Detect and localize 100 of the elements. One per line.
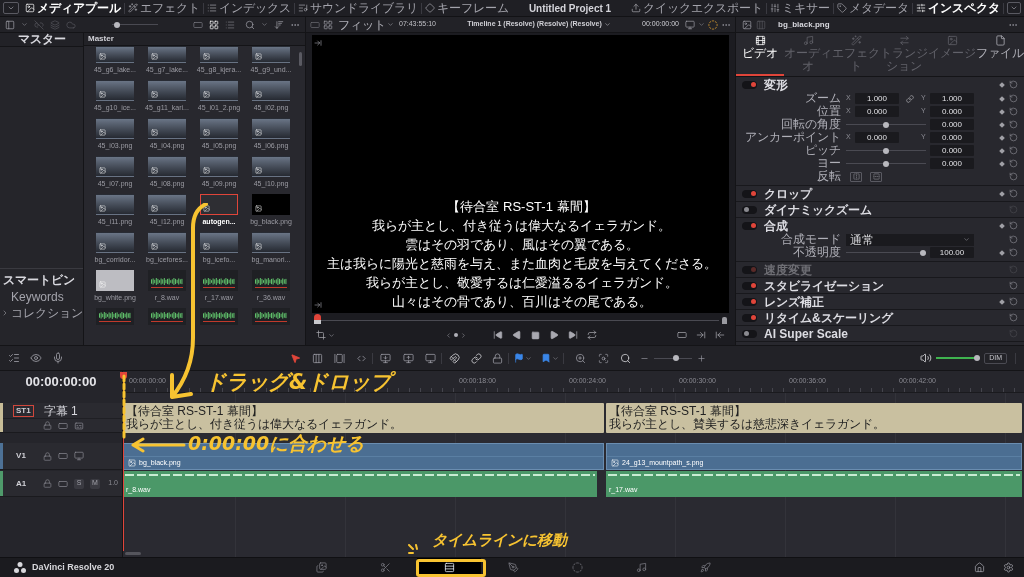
keyframe-icon[interactable] — [999, 249, 1005, 256]
chevron-down-icon[interactable] — [698, 21, 705, 28]
clip-thumbnail[interactable] — [252, 194, 290, 215]
scrollbar-thumb[interactable] — [299, 52, 302, 66]
keyframe-icon[interactable] — [999, 160, 1005, 167]
section-title[interactable]: 合成 — [764, 218, 788, 233]
toggle-switch[interactable] — [742, 329, 757, 338]
clip-thumbnail[interactable] — [96, 194, 134, 215]
search-icon[interactable] — [245, 19, 255, 30]
panel-tab[interactable]: キーフレーム — [422, 0, 512, 16]
panel-tab[interactable]: サウンドライブラリ — [295, 0, 421, 16]
clip-thumbnail[interactable] — [148, 156, 186, 177]
property-slider[interactable] — [846, 249, 926, 256]
playhead[interactable] — [120, 372, 127, 551]
keyframe-icon[interactable] — [999, 298, 1005, 305]
reset-icon[interactable] — [1009, 221, 1018, 230]
section-title[interactable]: レンズ補正 — [764, 294, 824, 309]
monitor-down-icon[interactable] — [379, 352, 391, 364]
clip-thumbnail[interactable] — [252, 270, 290, 291]
scrubber-thumb[interactable] — [314, 314, 321, 324]
pen-icon[interactable] — [507, 562, 519, 573]
slider-thumb[interactable] — [673, 355, 680, 361]
chevron-down-icon[interactable] — [328, 331, 335, 339]
clip-thumbnail[interactable] — [200, 232, 238, 253]
speaker-icon[interactable] — [920, 352, 933, 364]
link-icon[interactable] — [906, 94, 914, 103]
panel-tab[interactable]: メタデータ — [834, 0, 912, 16]
keyframe-icon[interactable] — [999, 134, 1005, 141]
section-title[interactable]: 変形 — [764, 77, 788, 92]
subtitle-clip[interactable]: 【待合室 RS-ST-1 幕間】 我らが主とし、付き従うは偉大なるイェラガンド。 — [123, 403, 604, 433]
inspector-tab[interactable]: ビデオ — [736, 33, 784, 76]
music-list-icon[interactable] — [298, 3, 308, 13]
play-icon[interactable] — [548, 330, 559, 340]
chevron-down-icon[interactable] — [525, 354, 532, 362]
slider-thumb[interactable] — [113, 21, 120, 28]
reset-icon[interactable] — [1009, 235, 1018, 244]
clip-thumbnail[interactable] — [148, 270, 186, 291]
upload-icon[interactable] — [631, 3, 641, 13]
chevron-right-icon[interactable] — [1, 309, 9, 317]
eye-icon[interactable] — [30, 352, 42, 364]
reset-icon[interactable] — [1009, 146, 1018, 155]
reset-icon[interactable] — [1009, 172, 1018, 181]
toggle-switch[interactable] — [742, 80, 757, 89]
size-slider[interactable] — [111, 21, 158, 28]
keyframe-icon[interactable] — [999, 95, 1005, 102]
settings-icon[interactable] — [1003, 562, 1014, 573]
clip-thumbnail[interactable] — [96, 46, 134, 63]
section-title[interactable]: リタイム&スケーリング — [764, 310, 893, 325]
dropdown-button[interactable] — [3, 2, 19, 14]
clip-thumbnail[interactable] — [252, 308, 290, 325]
rocket-icon[interactable] — [699, 562, 711, 573]
diamond-icon[interactable] — [425, 3, 435, 13]
panel-icon[interactable] — [5, 19, 15, 30]
reset-icon[interactable] — [1009, 159, 1018, 168]
clip-thumbnail[interactable] — [96, 232, 134, 253]
subtitle-clip[interactable]: 【待合室 RS-ST-1 幕間】 我らが主とし、賛美するは慈悲深きイェラガンド。 — [606, 403, 1022, 433]
value-field[interactable]: 100.00 — [930, 247, 974, 258]
home-icon[interactable] — [974, 562, 985, 573]
value-field[interactable]: 0.000 — [930, 145, 974, 156]
panel-tab[interactable]: エフェクト — [125, 0, 203, 16]
value-field[interactable]: 0.000 — [930, 119, 974, 130]
property-slider[interactable] — [846, 160, 926, 167]
keyframe-icon[interactable] — [999, 147, 1005, 154]
arrow-to-line-icon[interactable] — [314, 301, 322, 309]
value-field[interactable]: 0.000 — [855, 132, 899, 143]
reset-icon[interactable] — [1009, 133, 1018, 142]
toggle-switch[interactable] — [742, 297, 757, 306]
play-reverse-icon[interactable] — [511, 330, 522, 340]
value-field[interactable]: 0.000 — [930, 158, 974, 169]
reset-icon[interactable] — [1009, 94, 1018, 103]
clip-thumbnail[interactable] — [252, 118, 290, 139]
reset-icon[interactable] — [1009, 120, 1018, 129]
dashed-circle-icon[interactable] — [708, 19, 718, 30]
clip-thumbnail[interactable] — [200, 118, 238, 139]
sliders-icon[interactable] — [770, 3, 780, 13]
track-id[interactable]: ST1 — [13, 404, 34, 417]
clip-thumbnail[interactable] — [200, 156, 238, 177]
clip-thumbnail[interactable] — [148, 46, 186, 63]
lock-icon[interactable] — [43, 421, 52, 430]
slider-thumb[interactable] — [883, 160, 889, 167]
skip-forward-icon[interactable] — [567, 330, 578, 340]
clip-thumbnail[interactable] — [96, 270, 134, 291]
arrow-to-line-icon[interactable] — [314, 39, 322, 47]
film-icon[interactable] — [754, 35, 766, 46]
clip-thumbnail[interactable] — [200, 270, 238, 291]
section-title[interactable]: スタビライゼーション — [764, 278, 884, 293]
pointer-icon[interactable] — [289, 352, 301, 364]
reset-icon[interactable] — [1009, 297, 1018, 306]
clip-thumbnail[interactable] — [252, 232, 290, 253]
skip-back-icon[interactable] — [492, 330, 503, 340]
property-slider[interactable] — [846, 121, 926, 128]
monitor-up-icon[interactable] — [402, 352, 414, 364]
chevron-down-icon[interactable] — [552, 354, 559, 362]
track-name[interactable]: 字幕 1 — [43, 403, 78, 418]
clip-thumbnail[interactable] — [252, 46, 290, 63]
bookmark-icon[interactable] — [541, 353, 551, 363]
toggle-switch[interactable] — [742, 189, 757, 198]
value-field[interactable]: 0.000 — [930, 106, 974, 117]
property-slider[interactable] — [846, 147, 926, 154]
panel-tab[interactable]: クイックエクスポート — [628, 0, 766, 16]
